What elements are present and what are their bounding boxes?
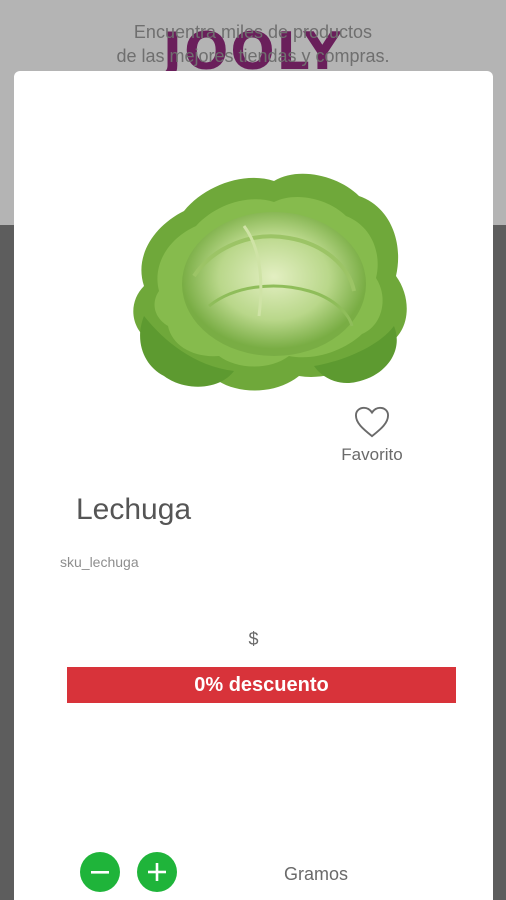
minus-icon [91,871,109,874]
product-modal: Favorito Lechuga sku_lechuga $ 0% descue… [14,71,493,900]
decrease-quantity-button[interactable] [80,852,120,892]
product-image [133,173,407,391]
background-tagline: Encuentra miles de productos de las mejo… [116,22,390,66]
plus-icon [148,863,166,881]
product-price: $ [248,629,259,649]
favorite-label: Favorito [341,445,403,464]
increase-quantity-button[interactable] [137,852,177,892]
heart-icon [354,406,390,438]
discount-badge: 0% descuento [67,667,456,703]
quantity-unit-label: Gramos [284,864,349,884]
product-sku: sku_lechuga [60,554,139,570]
product-name: Lechuga [76,493,192,526]
favorite-button[interactable]: Favorito [332,405,412,465]
